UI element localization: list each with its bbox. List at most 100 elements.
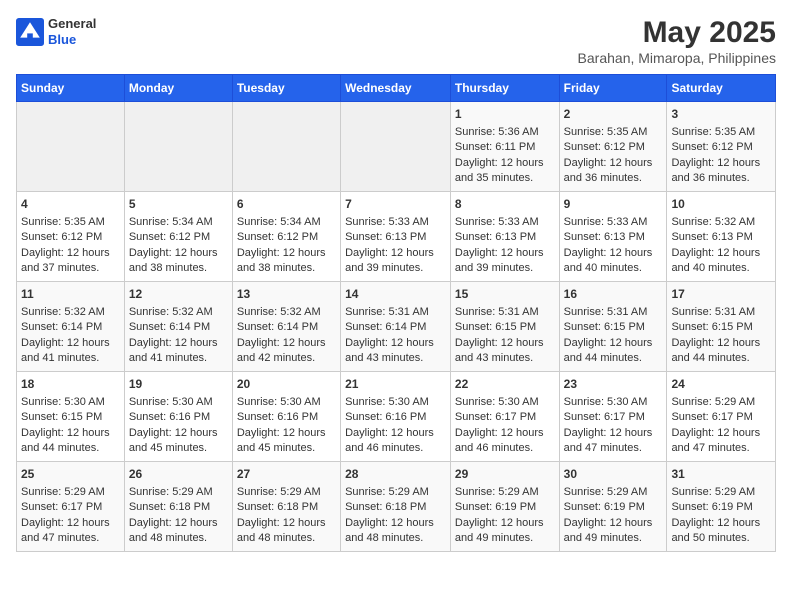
cell-text: Sunset: 6:15 PM: [21, 410, 120, 425]
calendar-cell: 13Sunrise: 5:32 AMSunset: 6:14 PMDayligh…: [232, 282, 340, 372]
cell-text: Sunset: 6:13 PM: [345, 230, 446, 245]
day-number: 29: [455, 466, 555, 483]
day-number: 9: [564, 196, 663, 213]
header-day-tuesday: Tuesday: [232, 75, 340, 102]
cell-text: Sunset: 6:13 PM: [564, 230, 663, 245]
cell-text: Daylight: 12 hours and 44 minutes.: [671, 336, 771, 367]
day-number: 19: [129, 376, 228, 393]
cell-text: Daylight: 12 hours and 48 minutes.: [237, 516, 336, 547]
day-number: 1: [455, 106, 555, 123]
cell-text: Daylight: 12 hours and 37 minutes.: [21, 246, 120, 277]
cell-text: Daylight: 12 hours and 43 minutes.: [455, 336, 555, 367]
cell-text: Sunrise: 5:35 AM: [21, 215, 120, 230]
cell-text: Sunrise: 5:29 AM: [237, 485, 336, 500]
logo-general: General: [48, 16, 96, 32]
cell-text: Sunset: 6:14 PM: [129, 320, 228, 335]
day-number: 7: [345, 196, 446, 213]
cell-text: Sunrise: 5:33 AM: [345, 215, 446, 230]
cell-text: Sunset: 6:18 PM: [237, 500, 336, 515]
calendar-cell: [124, 102, 232, 192]
cell-text: Sunrise: 5:33 AM: [564, 215, 663, 230]
cell-text: Sunset: 6:16 PM: [237, 410, 336, 425]
week-row-3: 18Sunrise: 5:30 AMSunset: 6:15 PMDayligh…: [17, 372, 776, 462]
cell-text: Sunset: 6:14 PM: [237, 320, 336, 335]
cell-text: Daylight: 12 hours and 47 minutes.: [671, 426, 771, 457]
day-number: 10: [671, 196, 771, 213]
cell-text: Sunrise: 5:30 AM: [129, 395, 228, 410]
header-day-thursday: Thursday: [450, 75, 559, 102]
day-number: 3: [671, 106, 771, 123]
day-number: 26: [129, 466, 228, 483]
calendar-cell: [341, 102, 451, 192]
subtitle: Barahan, Mimaropa, Philippines: [578, 50, 776, 66]
calendar-cell: 2Sunrise: 5:35 AMSunset: 6:12 PMDaylight…: [559, 102, 667, 192]
calendar-header: SundayMondayTuesdayWednesdayThursdayFrid…: [17, 75, 776, 102]
cell-text: Sunset: 6:12 PM: [129, 230, 228, 245]
cell-text: Sunrise: 5:29 AM: [455, 485, 555, 500]
calendar-cell: 18Sunrise: 5:30 AMSunset: 6:15 PMDayligh…: [17, 372, 125, 462]
header-row: SundayMondayTuesdayWednesdayThursdayFrid…: [17, 75, 776, 102]
cell-text: Sunset: 6:16 PM: [345, 410, 446, 425]
cell-text: Sunset: 6:18 PM: [345, 500, 446, 515]
day-number: 30: [564, 466, 663, 483]
cell-text: Sunset: 6:19 PM: [671, 500, 771, 515]
cell-text: Daylight: 12 hours and 42 minutes.: [237, 336, 336, 367]
cell-text: Daylight: 12 hours and 48 minutes.: [129, 516, 228, 547]
cell-text: Sunset: 6:17 PM: [564, 410, 663, 425]
day-number: 6: [237, 196, 336, 213]
cell-text: Sunset: 6:14 PM: [345, 320, 446, 335]
main-title: May 2025: [578, 16, 776, 50]
calendar-cell: 30Sunrise: 5:29 AMSunset: 6:19 PMDayligh…: [559, 462, 667, 552]
cell-text: Daylight: 12 hours and 44 minutes.: [564, 336, 663, 367]
cell-text: Sunrise: 5:29 AM: [129, 485, 228, 500]
calendar-cell: [17, 102, 125, 192]
cell-text: Daylight: 12 hours and 40 minutes.: [671, 246, 771, 277]
week-row-1: 4Sunrise: 5:35 AMSunset: 6:12 PMDaylight…: [17, 192, 776, 282]
cell-text: Sunset: 6:17 PM: [455, 410, 555, 425]
cell-text: Sunrise: 5:35 AM: [671, 125, 771, 140]
calendar-cell: 4Sunrise: 5:35 AMSunset: 6:12 PMDaylight…: [17, 192, 125, 282]
cell-text: Daylight: 12 hours and 38 minutes.: [237, 246, 336, 277]
calendar-cell: 8Sunrise: 5:33 AMSunset: 6:13 PMDaylight…: [450, 192, 559, 282]
day-number: 5: [129, 196, 228, 213]
cell-text: Sunrise: 5:32 AM: [671, 215, 771, 230]
day-number: 22: [455, 376, 555, 393]
cell-text: Sunrise: 5:34 AM: [129, 215, 228, 230]
cell-text: Daylight: 12 hours and 41 minutes.: [129, 336, 228, 367]
logo-icon: [16, 18, 44, 46]
cell-text: Sunrise: 5:33 AM: [455, 215, 555, 230]
day-number: 24: [671, 376, 771, 393]
page-header: General Blue May 2025 Barahan, Mimaropa,…: [16, 16, 776, 66]
cell-text: Daylight: 12 hours and 39 minutes.: [455, 246, 555, 277]
cell-text: Sunset: 6:17 PM: [671, 410, 771, 425]
calendar-cell: 15Sunrise: 5:31 AMSunset: 6:15 PMDayligh…: [450, 282, 559, 372]
cell-text: Sunrise: 5:29 AM: [21, 485, 120, 500]
day-number: 12: [129, 286, 228, 303]
cell-text: Sunset: 6:12 PM: [564, 140, 663, 155]
cell-text: Sunrise: 5:29 AM: [671, 485, 771, 500]
cell-text: Sunset: 6:11 PM: [455, 140, 555, 155]
cell-text: Sunrise: 5:32 AM: [237, 305, 336, 320]
cell-text: Daylight: 12 hours and 43 minutes.: [345, 336, 446, 367]
calendar-cell: 7Sunrise: 5:33 AMSunset: 6:13 PMDaylight…: [341, 192, 451, 282]
day-number: 17: [671, 286, 771, 303]
calendar-cell: [232, 102, 340, 192]
cell-text: Sunset: 6:16 PM: [129, 410, 228, 425]
cell-text: Sunrise: 5:31 AM: [455, 305, 555, 320]
calendar-cell: 17Sunrise: 5:31 AMSunset: 6:15 PMDayligh…: [667, 282, 776, 372]
calendar-cell: 20Sunrise: 5:30 AMSunset: 6:16 PMDayligh…: [232, 372, 340, 462]
cell-text: Sunset: 6:12 PM: [21, 230, 120, 245]
cell-text: Sunrise: 5:31 AM: [564, 305, 663, 320]
cell-text: Daylight: 12 hours and 49 minutes.: [564, 516, 663, 547]
cell-text: Sunrise: 5:32 AM: [129, 305, 228, 320]
day-number: 28: [345, 466, 446, 483]
header-day-sunday: Sunday: [17, 75, 125, 102]
logo: General Blue: [16, 16, 96, 47]
cell-text: Sunset: 6:18 PM: [129, 500, 228, 515]
cell-text: Daylight: 12 hours and 46 minutes.: [345, 426, 446, 457]
calendar-cell: 29Sunrise: 5:29 AMSunset: 6:19 PMDayligh…: [450, 462, 559, 552]
calendar-table: SundayMondayTuesdayWednesdayThursdayFrid…: [16, 74, 776, 552]
calendar-cell: 25Sunrise: 5:29 AMSunset: 6:17 PMDayligh…: [17, 462, 125, 552]
cell-text: Daylight: 12 hours and 44 minutes.: [21, 426, 120, 457]
calendar-cell: 14Sunrise: 5:31 AMSunset: 6:14 PMDayligh…: [341, 282, 451, 372]
